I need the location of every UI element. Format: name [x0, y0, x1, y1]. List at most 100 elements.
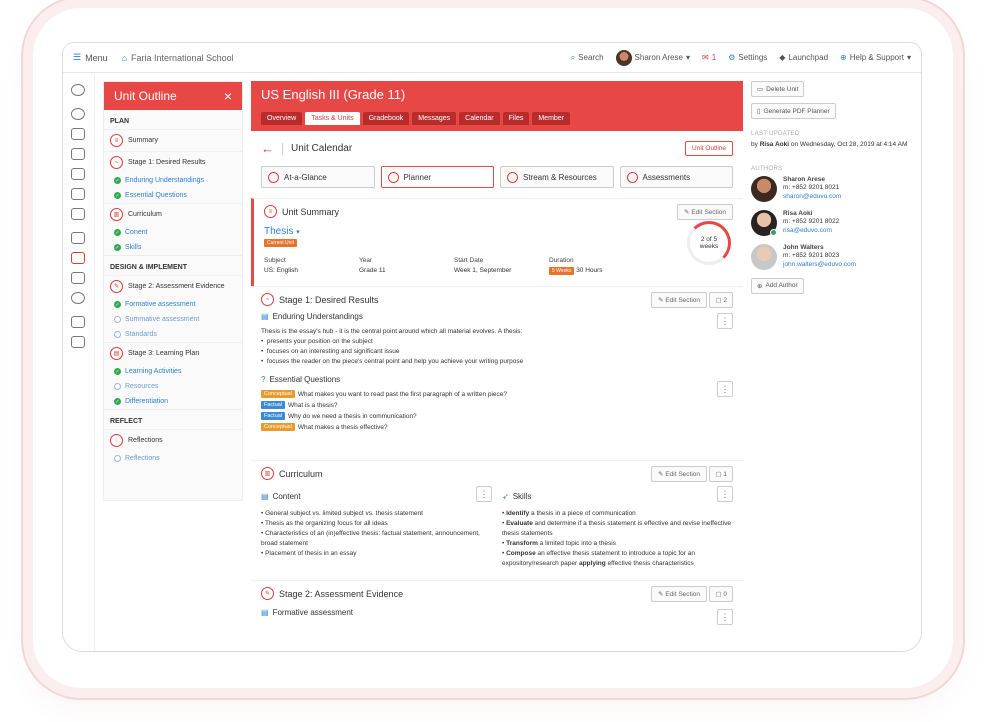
start-label: Start Date: [454, 257, 484, 264]
outline-stage3[interactable]: ▤ Stage 3: Learning Plan: [104, 342, 242, 364]
outline-formative[interactable]: ✓ Formative assessment: [104, 297, 242, 312]
reflection-icon: ◌: [110, 434, 123, 447]
comments-button[interactable]: ▢ 2: [709, 292, 733, 308]
assessment-icon: ✎: [261, 587, 274, 600]
mail-count: 1: [711, 53, 717, 62]
reports-icon[interactable]: [71, 336, 85, 348]
people-icon[interactable]: [71, 292, 85, 304]
comment-count: 0: [723, 591, 727, 598]
back-arrow-icon[interactable]: ←: [261, 141, 274, 156]
edit-section-button[interactable]: ✎ Edit Section: [677, 204, 733, 220]
outline-summative[interactable]: Summative assessment: [104, 312, 242, 327]
globe-icon: ⊕: [840, 53, 847, 62]
outline-reflections-stage[interactable]: ◌ Reflections: [104, 429, 242, 451]
unit-outline-button[interactable]: Unit Outline: [685, 141, 733, 156]
comments-button[interactable]: ▢ 0: [709, 586, 733, 602]
map-icon[interactable]: [71, 188, 85, 200]
content-column: ▤ Content ⋮ • General subject vs. limited…: [261, 486, 492, 569]
edit-section-button[interactable]: ✎ Edit Section: [651, 292, 707, 308]
delete-unit-button[interactable]: ▭ Delete Unit: [751, 81, 805, 97]
edit-label: Edit Section: [665, 471, 700, 478]
check-icon: ✓: [114, 229, 121, 236]
chart-icon[interactable]: [71, 148, 85, 160]
tab-overview[interactable]: Overview: [261, 112, 303, 125]
settings-button[interactable]: ⚙ Settings: [728, 53, 767, 62]
more-options-icon[interactable]: ⋮: [476, 486, 492, 502]
outline-reflections-label: Reflections: [125, 455, 160, 462]
outline-stage2[interactable]: ✎ Stage 2: Assessment Evidence: [104, 275, 242, 297]
edit-section-button[interactable]: ✎ Edit Section: [651, 586, 707, 602]
outline-curriculum[interactable]: ▥ Curriculum: [104, 203, 242, 225]
mail-icon: ✉: [702, 53, 709, 62]
search-button[interactable]: ⌕ Search: [571, 53, 604, 63]
view-planner[interactable]: Planner: [380, 166, 494, 188]
outline-enduring[interactable]: ✓ Enduring Understandings: [104, 173, 242, 188]
author-name: Risa Aoki: [783, 209, 813, 217]
content-item: General subject vs. limited subject vs. …: [265, 510, 423, 517]
author-email[interactable]: risa@eduvo.com: [783, 227, 839, 236]
gradebook-icon[interactable]: [71, 232, 85, 244]
school-link[interactable]: ⌂ Faria International School: [122, 53, 234, 63]
thesis-dropdown[interactable]: Thesis ▾: [264, 226, 733, 237]
cube-icon[interactable]: [71, 272, 85, 284]
author-phone: m: +852 9201 8021: [783, 184, 840, 191]
skill-verb: Compose: [506, 550, 536, 557]
tab-files[interactable]: Files: [502, 112, 530, 125]
menu-button[interactable]: ☰ Menu: [73, 52, 108, 63]
tab-calendar[interactable]: Calendar: [459, 112, 500, 125]
help-button[interactable]: ⊕ Help & Support ▾: [840, 53, 911, 62]
essential-title: Essential Questions: [269, 375, 341, 384]
tab-member[interactable]: Member: [532, 112, 571, 125]
view-stream[interactable]: Stream & Resources: [500, 166, 614, 188]
settings-rail-icon[interactable]: [71, 128, 85, 140]
summary-meta: Subject US: English Year Grade 11 Start Da…: [264, 257, 733, 275]
more-options-icon[interactable]: ⋮: [717, 609, 733, 625]
generate-pdf-button[interactable]: ▯ Generate PDF Planner: [751, 103, 836, 119]
edit-section-button[interactable]: ✎ Edit Section: [651, 466, 707, 482]
more-options-icon[interactable]: ⋮: [717, 486, 733, 502]
outline-stage1[interactable]: ~ Stage 1: Desired Results: [104, 151, 242, 173]
document-icon[interactable]: [71, 208, 85, 220]
view-label: Assessments: [642, 172, 691, 182]
updated-time: on Wednesday, Oct 28, 2019 at 4:14 AM: [789, 141, 908, 148]
add-author-button[interactable]: ⊕ Add Author: [751, 277, 804, 294]
tab-messages[interactable]: Messages: [412, 112, 457, 125]
files-icon[interactable]: [71, 316, 85, 328]
user-menu[interactable]: Sharon Arese ▾: [615, 49, 690, 66]
close-icon[interactable]: ×: [224, 88, 232, 104]
view-label: Stream & Resources: [523, 172, 597, 182]
author-email[interactable]: john.walters@eduvo.com: [783, 261, 856, 270]
view-assessments[interactable]: Assessments: [619, 166, 733, 188]
outline-learning[interactable]: ✓ Learning Activities: [104, 364, 242, 379]
comments-button[interactable]: ▢ 1: [709, 466, 733, 482]
empty-check-icon: [114, 383, 121, 390]
calendar-icon[interactable]: [71, 168, 85, 180]
clock-icon[interactable]: [71, 108, 85, 120]
outline-summary[interactable]: ≡ Summary: [104, 129, 242, 151]
launchpad-button[interactable]: ◆ Launchpad: [779, 53, 828, 62]
skill-verb: applying: [578, 560, 606, 567]
add-icon[interactable]: [71, 84, 85, 96]
outline-resources[interactable]: Resources: [104, 379, 242, 394]
author-item: Risa Aoki m: +852 9201 8022 risa@eduvo.com: [751, 209, 921, 236]
more-options-icon[interactable]: ⋮: [717, 381, 733, 397]
weeks-badge: 5 Weeks: [549, 267, 575, 275]
view-at-a-glance[interactable]: At-a-Glance: [261, 166, 375, 188]
skill-verb: Evaluate: [506, 520, 533, 527]
question-text: What makes a thesis effective?: [297, 423, 388, 431]
units-icon[interactable]: [71, 252, 85, 264]
tab-tasks-units[interactable]: Tasks & Units: [305, 112, 360, 125]
tab-gradebook[interactable]: Gradebook: [362, 112, 410, 125]
outline-conent[interactable]: ✓ Conent: [104, 225, 242, 240]
outline-differentiation[interactable]: ✓ Differentiation: [104, 394, 242, 409]
outline-reflections[interactable]: Reflections: [104, 451, 242, 466]
author-email[interactable]: sharon@eduvo.com: [783, 193, 841, 202]
more-options-icon[interactable]: ⋮: [717, 313, 733, 329]
last-updated-text: by Risa Aoki on Wednesday, Oct 28, 2019 …: [751, 141, 921, 150]
outline-skills[interactable]: ✓ Skills: [104, 240, 242, 255]
thesis-label: Thesis: [264, 226, 294, 237]
enduring-bullet: • presents your position on the subject: [261, 338, 373, 345]
outline-essential[interactable]: ✓ Essential Questions: [104, 188, 242, 203]
outline-standards[interactable]: Standards: [104, 327, 242, 342]
mail-button[interactable]: ✉ 1: [702, 53, 716, 62]
